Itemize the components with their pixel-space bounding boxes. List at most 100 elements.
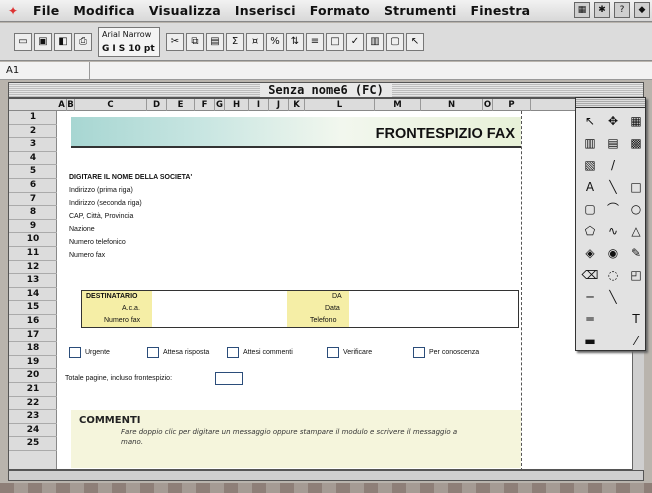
fill-color-icon[interactable]: ▬	[580, 332, 600, 351]
menu-formato[interactable]: Formato	[303, 3, 377, 18]
save-icon[interactable]: ▣	[34, 32, 52, 51]
column-header[interactable]: G	[215, 99, 225, 111]
checkbox-box[interactable]	[413, 347, 425, 358]
row-header[interactable]: 18	[9, 342, 57, 356]
checkbox-per-conoscenza[interactable]: Per conoscenza	[413, 347, 479, 358]
font-size[interactable]: 10 pt	[128, 42, 154, 56]
percent-icon[interactable]: %	[266, 32, 284, 51]
row-header[interactable]: 13	[9, 274, 57, 288]
row-header[interactable]: 19	[9, 356, 57, 370]
apple-menu-icon[interactable]: ✦	[0, 0, 26, 22]
new-document-icon[interactable]: ▭	[14, 32, 32, 51]
text-tool-icon[interactable]: A	[580, 178, 600, 197]
app-switch-icon[interactable]: ▦	[574, 2, 590, 18]
row-header[interactable]: 14	[9, 288, 57, 302]
column-header[interactable]: C	[75, 99, 147, 111]
address-line-1[interactable]: Indirizzo (prima riga)	[69, 187, 133, 194]
row-header[interactable]: 7	[9, 193, 57, 207]
italic-button[interactable]: I	[112, 42, 115, 56]
formula-input[interactable]	[90, 62, 652, 80]
arrow-tool-icon[interactable]: ↖	[580, 112, 600, 131]
pages-input[interactable]	[215, 372, 243, 385]
paste-icon[interactable]: ▤	[206, 32, 224, 51]
row-header[interactable]: 23	[9, 410, 57, 424]
menu-visualizza[interactable]: Visualizza	[142, 3, 228, 18]
row-header[interactable]: 12	[9, 261, 57, 275]
polygon-tool-icon[interactable]: ⬠	[580, 222, 600, 241]
column-header[interactable]: I	[249, 99, 269, 111]
oval-tool-icon[interactable]: ○	[626, 200, 646, 219]
checkbox-box[interactable]	[227, 347, 239, 358]
column-header[interactable]: O	[483, 99, 493, 111]
chart-icon[interactable]: ▥	[366, 32, 384, 51]
row-header[interactable]: 4	[9, 152, 57, 166]
row-header[interactable]: 5	[9, 165, 57, 179]
font-name[interactable]: Arial Narrow	[102, 28, 159, 42]
line-tool-icon[interactable]: ╲	[603, 178, 623, 197]
country-line[interactable]: Nazione	[69, 226, 95, 233]
frame-icon[interactable]: ▢	[386, 32, 404, 51]
text-style-icon[interactable]: T	[626, 310, 646, 329]
row-header[interactable]: 15	[9, 301, 57, 315]
brush-tool-icon[interactable]: ✎	[626, 244, 646, 263]
column-header[interactable]: K	[289, 99, 305, 111]
line-style-icon[interactable]: ═	[580, 310, 600, 329]
row-header[interactable]: 1	[9, 111, 57, 125]
checkbox-box[interactable]	[327, 347, 339, 358]
help-icon[interactable]: ?	[614, 2, 630, 18]
palette-icon[interactable]: ✱	[594, 2, 610, 18]
comments-text[interactable]: Fare doppio clic per digitare un messagg…	[121, 427, 461, 447]
row-header[interactable]: 22	[9, 397, 57, 411]
rect-tool-icon[interactable]: □	[626, 178, 646, 197]
row-header[interactable]: 20	[9, 369, 57, 383]
bold-button[interactable]: G	[102, 42, 109, 56]
menu-modifica[interactable]: Modifica	[66, 3, 141, 18]
rounded-rect-tool-icon[interactable]: ▢	[580, 200, 600, 219]
sum-icon[interactable]: Σ	[226, 32, 244, 51]
pointer-icon[interactable]: ↖	[406, 32, 424, 51]
column-header[interactable]: P	[493, 99, 531, 111]
preview-icon[interactable]: ◧	[54, 32, 72, 51]
border-icon[interactable]: □	[326, 32, 344, 51]
row-header[interactable]: 6	[9, 179, 57, 193]
copy-icon[interactable]: ⧉	[186, 32, 204, 51]
checkbox-attesa-risposta[interactable]: Attesa risposta	[147, 347, 209, 358]
checkbox-box[interactable]	[69, 347, 81, 358]
line-width-icon[interactable]: ─	[580, 288, 600, 307]
font-controls[interactable]: Arial Narrow G I S 10 pt	[98, 26, 160, 57]
checkbox-attesi-commenti[interactable]: Attesi commenti	[227, 347, 293, 358]
bar-tool-icon[interactable]: ▤	[603, 134, 623, 153]
checkbox-verificare[interactable]: Verificare	[327, 347, 372, 358]
lasso-tool-icon[interactable]: ◌	[603, 266, 623, 285]
column-header[interactable]: D	[147, 99, 167, 111]
grab-tool-icon[interactable]: ✥	[603, 112, 623, 131]
row-header[interactable]: 24	[9, 424, 57, 438]
print-icon[interactable]: ⎙	[74, 32, 92, 51]
row-header[interactable]: 25	[9, 437, 57, 451]
column-header[interactable]: L	[305, 99, 375, 111]
city-line[interactable]: CAP, Città, Provincia	[69, 213, 133, 220]
style-button[interactable]: S	[119, 42, 125, 56]
checkbox-box[interactable]	[147, 347, 159, 358]
chart-tool-icon[interactable]: ▥	[580, 134, 600, 153]
column-header[interactable]: A	[57, 99, 67, 111]
cut-icon[interactable]: ✂	[166, 32, 184, 51]
row-header[interactable]: 16	[9, 315, 57, 329]
address-line-2[interactable]: Indirizzo (seconda riga)	[69, 200, 142, 207]
row-header[interactable]: 17	[9, 329, 57, 343]
row-header[interactable]: 9	[9, 220, 57, 234]
spell-icon[interactable]: ✓	[346, 32, 364, 51]
palette-title-bar[interactable]	[576, 98, 645, 108]
row-header[interactable]: 11	[9, 247, 57, 261]
column-header[interactable]: J	[269, 99, 289, 111]
sort-icon[interactable]: ⇅	[286, 32, 304, 51]
window-title-bar[interactable]: Senza nome6 (FC)	[8, 82, 644, 98]
row-header[interactable]: 10	[9, 233, 57, 247]
arc-tool-icon[interactable]: ⌒	[603, 200, 623, 219]
fax-line[interactable]: Numero fax	[69, 252, 105, 259]
menu-file[interactable]: File	[26, 3, 66, 18]
horizontal-scrollbar[interactable]	[8, 470, 644, 481]
paint-tool-icon[interactable]: ▧	[580, 156, 600, 175]
company-name[interactable]: DIGITARE IL NOME DELLA SOCIETA'	[69, 174, 192, 181]
row-header[interactable]: 21	[9, 383, 57, 397]
